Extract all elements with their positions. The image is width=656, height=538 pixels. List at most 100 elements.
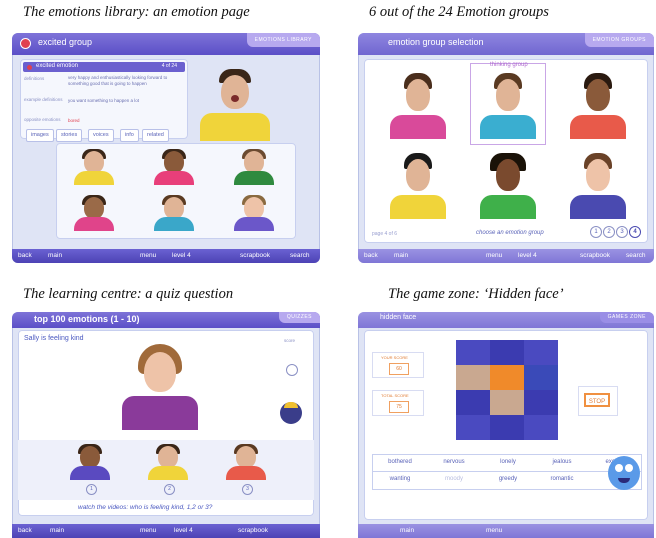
tab-voices[interactable]: voices [88,129,114,142]
face-thumb-1[interactable] [72,149,116,185]
stop-button[interactable]: STOP [584,393,610,407]
game-section-tag: GAMES ZONE [599,312,654,323]
choose-group-prompt: choose an emotion group [476,230,544,236]
face-thumb-2[interactable] [152,149,196,185]
page-4-button[interactable]: 4 [629,226,641,238]
tile[interactable] [456,415,490,440]
groups-screen: emotion group selection EMOTION GROUPS t… [358,33,654,263]
choice-1-button[interactable]: 1 [86,484,97,495]
mascot-monster-icon [602,448,644,500]
tile[interactable] [490,340,524,365]
scrapbook-button[interactable]: scrapbook [240,252,270,259]
group-face-1[interactable] [388,73,448,139]
opposite-text[interactable]: bored [68,118,80,123]
game-title: hidden face [380,314,417,321]
scrapbook-button[interactable]: scrapbook [238,527,268,534]
menu-button[interactable]: menu [140,527,156,534]
media-tabs: images stories voices info related [26,129,186,142]
caption-library: The emotions library: an emotion page [23,4,250,20]
tab-info[interactable]: info [120,129,139,142]
back-button[interactable]: back [364,252,378,259]
main-button[interactable]: main [400,527,414,534]
caption-quiz: The learning centre: a quiz question [23,286,234,302]
main-button[interactable]: main [48,252,62,259]
groups-title: emotion group selection [388,37,484,47]
word-wanting[interactable]: wanting [373,476,427,482]
selected-group-label: thinking group [490,62,528,68]
word-lonely[interactable]: lonely [481,459,535,465]
play-icon[interactable] [27,65,32,70]
example-text: you want something to happen a lot [68,98,140,103]
library-title: excited group [38,37,93,47]
search-button[interactable]: search [626,252,646,259]
word-moody[interactable]: moody [427,476,481,482]
scrapbook-button[interactable]: scrapbook [580,252,610,259]
group-face-4[interactable] [388,153,448,219]
word-greedy[interactable]: greedy [481,476,535,482]
quiz-section-tag: QUIZZES [278,312,320,323]
tile[interactable] [524,340,558,365]
group-face-2[interactable] [478,73,538,139]
total-score-value: 75 [389,401,409,413]
tab-images[interactable]: images [26,129,54,142]
groups-grid: thinking group page 4 of 6 choose an emo… [364,59,648,243]
back-button[interactable]: back [18,252,32,259]
group-face-3[interactable] [568,73,628,139]
choice-face-2[interactable] [146,444,190,480]
main-button[interactable]: main [394,252,408,259]
choice-face-3[interactable] [224,444,268,480]
level-button[interactable]: level 4 [172,252,191,259]
choice-3-button[interactable]: 3 [242,484,253,495]
menu-button[interactable]: menu [486,527,502,534]
tab-stories[interactable]: stories [56,129,83,142]
example-label: example definitions [24,97,63,102]
library-bottom-bar: back main menu level 4 scrapbook search [12,249,320,263]
tile[interactable] [524,365,558,390]
tab-related[interactable]: related [142,129,169,142]
game-content: YOUR SCORE 60 TOTAL SCORE 75 STOP bother… [364,330,648,520]
page-2-button[interactable]: 2 [603,226,615,238]
hidden-face-puzzle [456,340,558,440]
tile[interactable] [524,390,558,415]
total-score-label: TOTAL SCORE [381,393,409,398]
tile[interactable] [490,415,524,440]
definitions-text: very happy and enthusiastically looking … [68,75,168,86]
word-jealous[interactable]: jealous [535,459,589,465]
tile[interactable] [456,340,490,365]
main-button[interactable]: main [50,527,64,534]
page-indicator: page 4 of 6 [372,231,398,237]
quiz-title-bar: top 100 emotions (1 - 10) [12,312,320,328]
choice-2-button[interactable]: 2 [164,484,175,495]
emotion-name: excited emotion [36,63,79,69]
face-thumb-3[interactable] [232,149,276,185]
page-1-button[interactable]: 1 [590,226,602,238]
level-button[interactable]: level 4 [174,527,193,534]
back-button[interactable]: back [18,527,32,534]
menu-button[interactable]: menu [486,252,502,259]
groups-bottom-bar: back main menu level 4 scrapbook search [358,249,654,263]
caption-groups: 6 out of the 24 Emotion groups [369,4,549,20]
emotion-pager[interactable]: 4 of 24 [162,63,177,69]
face-thumb-4[interactable] [72,195,116,231]
search-button[interactable]: search [290,252,310,259]
group-face-6[interactable] [568,153,628,219]
word-bothered[interactable]: bothered [373,459,427,465]
record-icon [20,38,31,49]
menu-button[interactable]: menu [140,252,156,259]
page-3-button[interactable]: 3 [616,226,628,238]
group-face-5[interactable] [478,153,538,219]
word-nervous[interactable]: nervous [427,459,481,465]
choice-face-1[interactable] [68,444,112,480]
word-romantic[interactable]: romantic [535,476,589,482]
opposite-label: opposite emotions [24,117,61,122]
face-thumb-5[interactable] [152,195,196,231]
face-thumb-6[interactable] [232,195,276,231]
tile[interactable] [490,365,524,390]
tile[interactable] [456,390,490,415]
level-button[interactable]: level 4 [518,252,537,259]
quiz-title: top 100 emotions (1 - 10) [34,314,140,324]
tile[interactable] [524,415,558,440]
game-bottom-bar: main menu [358,524,654,538]
caption-game: The game zone: ‘Hidden face’ [388,286,564,302]
timer-icon [286,364,298,376]
